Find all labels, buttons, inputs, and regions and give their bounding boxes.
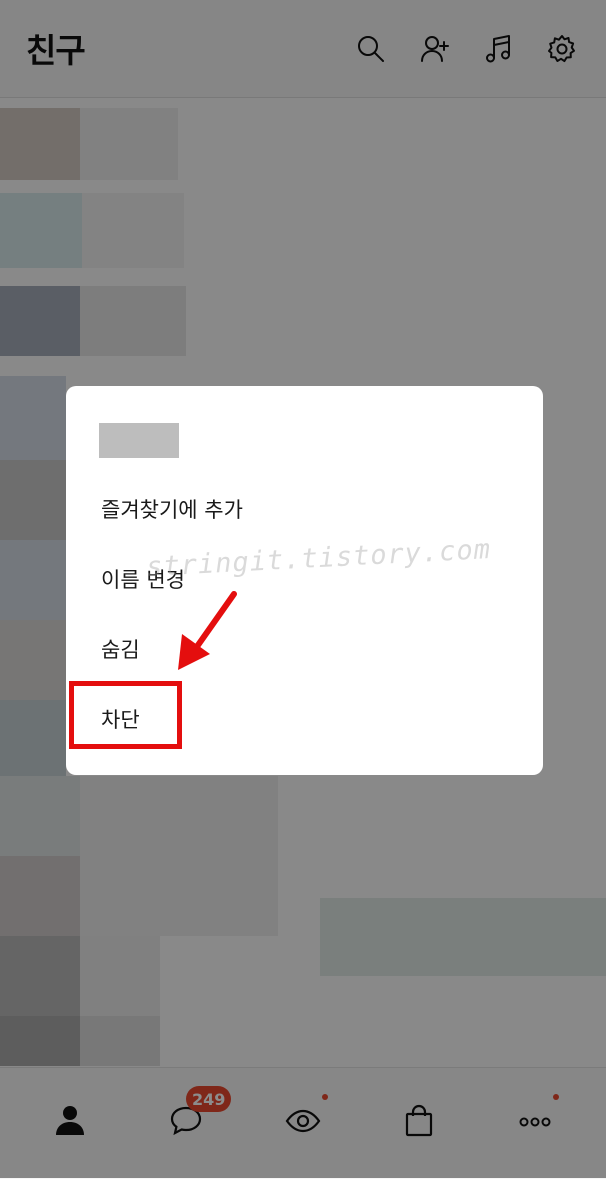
menu-hide[interactable]: 숨김: [101, 634, 140, 664]
block-highlight-box: [69, 681, 182, 749]
friend-name-redacted: [99, 423, 179, 458]
menu-add-favorite[interactable]: 즐겨찾기에 추가: [101, 494, 243, 524]
